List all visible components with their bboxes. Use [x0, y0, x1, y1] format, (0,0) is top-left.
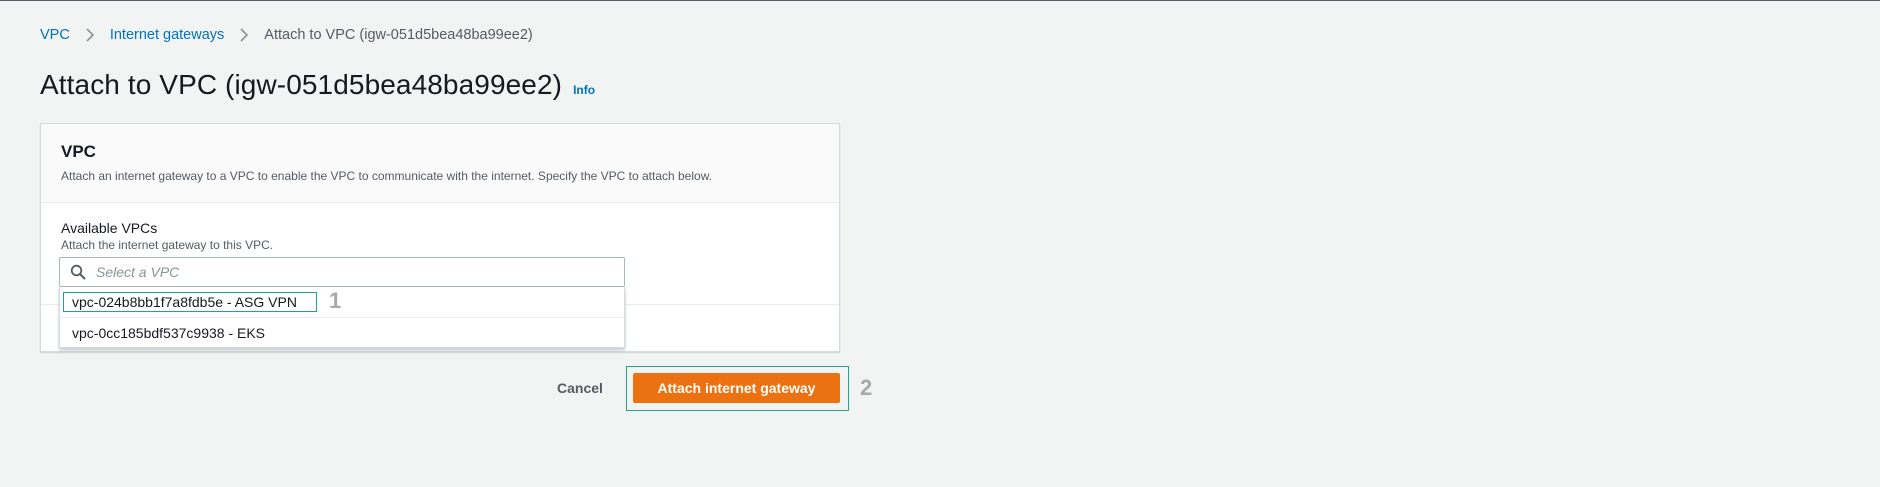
page-header: Attach to VPC (igw-051d5bea48ba99ee2) In… — [40, 69, 595, 101]
vpc-panel-header: VPC Attach an internet gateway to a VPC … — [41, 124, 839, 203]
available-vpcs-description: Attach the internet gateway to this VPC. — [61, 238, 274, 252]
available-vpcs-field: Available VPCs Attach the internet gatew… — [61, 220, 273, 252]
breadcrumb-internet-gateways-link[interactable]: Internet gateways — [110, 27, 224, 43]
attach-internet-gateway-button[interactable]: Attach internet gateway — [633, 373, 840, 403]
breadcrumb-current-page: Attach to VPC (igw-051d5bea48ba99ee2) — [264, 27, 533, 43]
vpc-select-placeholder: Select a VPC — [96, 264, 180, 280]
step-marker-2: 2 — [860, 375, 873, 400]
vpc-option-asg-vpn[interactable]: vpc-024b8bb1f7a8fdb5e - ASG VPN — [60, 287, 624, 317]
vpc-option-label: vpc-024b8bb1f7a8fdb5e - ASG VPN — [72, 294, 297, 310]
vpc-dropdown-list: vpc-024b8bb1f7a8fdb5e - ASG VPN vpc-0cc1… — [59, 287, 625, 348]
chevron-right-icon — [86, 28, 94, 42]
vpc-select-input[interactable]: Select a VPC — [59, 257, 625, 287]
step-marker-1: 1 — [329, 288, 342, 313]
info-link[interactable]: Info — [573, 83, 595, 97]
vpc-option-eks[interactable]: vpc-0cc185bdf537c9938 - EKS — [60, 317, 624, 347]
vpc-panel-description: Attach an internet gateway to a VPC to e… — [61, 169, 713, 183]
page-title: Attach to VPC (igw-051d5bea48ba99ee2) — [40, 69, 563, 100]
cancel-button[interactable]: Cancel — [553, 375, 607, 401]
breadcrumb-vpc-link[interactable]: VPC — [40, 27, 70, 43]
breadcrumb: VPC Internet gateways Attach to VPC (igw… — [40, 27, 533, 43]
chevron-right-icon — [240, 28, 249, 42]
vpc-panel-title: VPC — [61, 142, 96, 161]
search-icon — [70, 264, 86, 280]
vpc-option-label: vpc-0cc185bdf537c9938 - EKS — [72, 324, 266, 341]
available-vpcs-label: Available VPCs — [61, 220, 158, 236]
